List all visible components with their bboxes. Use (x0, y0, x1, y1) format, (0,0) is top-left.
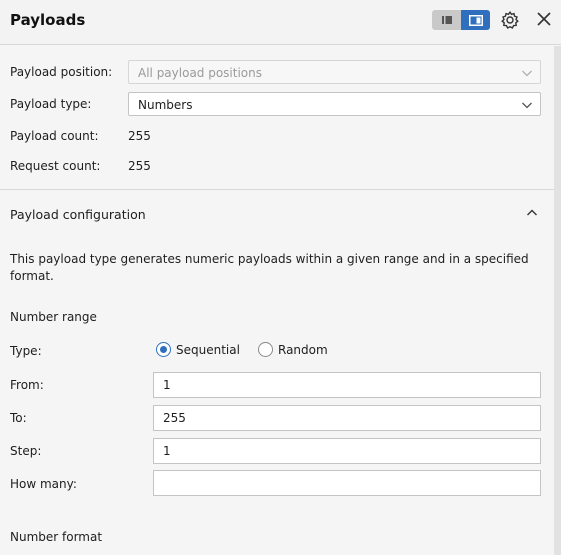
chevron-up-icon[interactable] (526, 207, 538, 219)
to-label: To: (10, 411, 27, 425)
radio-random-indicator[interactable] (258, 342, 273, 357)
payload-position-select[interactable]: All payload positions (128, 60, 541, 84)
payload-count-value: 255 (128, 129, 151, 143)
payload-configuration-title: Payload configuration (10, 207, 146, 222)
close-icon[interactable] (535, 10, 553, 28)
gear-icon[interactable] (500, 10, 520, 30)
payload-position-label: Payload position: (10, 65, 113, 79)
from-input[interactable] (153, 372, 541, 398)
layout-toggle[interactable] (432, 10, 490, 30)
number-format-heading: Number format (10, 530, 103, 544)
to-input[interactable] (153, 405, 541, 431)
section-divider (0, 189, 554, 190)
scrollbar[interactable] (554, 46, 561, 555)
split-layout-button[interactable] (461, 10, 490, 30)
payload-type-value: Numbers (138, 98, 193, 112)
payload-description: This payload type generates numeric payl… (10, 252, 529, 283)
payload-type-label: Payload type: (10, 97, 92, 111)
payload-type-select[interactable]: Numbers (128, 92, 541, 116)
radio-sequential-label: Sequential (176, 342, 240, 357)
step-input[interactable] (153, 438, 541, 464)
radio-sequential-indicator[interactable] (156, 342, 171, 357)
radio-sequential[interactable]: Sequential (156, 342, 240, 357)
how-many-label: How many: (10, 477, 77, 491)
single-column-layout-button[interactable] (432, 10, 461, 30)
panel-header: Payloads (0, 0, 561, 45)
from-label: From: (10, 378, 44, 392)
number-range-heading: Number range (10, 310, 97, 324)
split-panel-icon (468, 14, 483, 26)
payload-position-value: All payload positions (138, 66, 263, 80)
chevron-down-icon (522, 102, 532, 109)
panel-title: Payloads (10, 11, 86, 29)
payload-count-label: Payload count: (10, 129, 99, 143)
range-type-label: Type: (10, 344, 42, 358)
single-column-icon (441, 16, 452, 24)
radio-random[interactable]: Random (258, 342, 328, 357)
how-many-input[interactable] (153, 470, 541, 496)
radio-random-label: Random (278, 342, 328, 357)
request-count-label: Request count: (10, 159, 101, 173)
chevron-down-icon (522, 70, 532, 77)
request-count-value: 255 (128, 159, 151, 173)
step-label: Step: (10, 444, 42, 458)
